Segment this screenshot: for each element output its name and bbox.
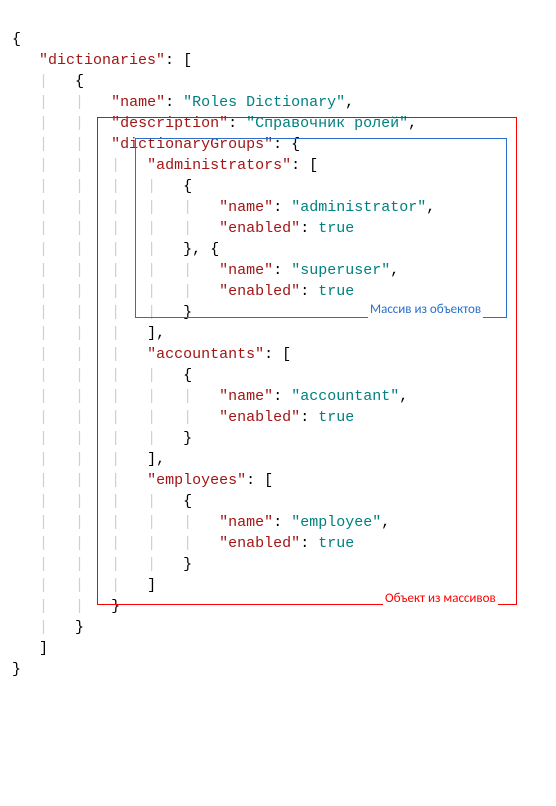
json-bool: true: [318, 409, 354, 426]
json-string: "Roles Dictionary": [183, 94, 345, 111]
json-string: "Справочник ролей": [246, 115, 408, 132]
json-key: "name": [219, 514, 273, 531]
code-viewer: { "dictionaries": [ | { | | "name": "Rol…: [0, 0, 556, 662]
json-key: "enabled": [219, 535, 300, 552]
json-bool: true: [318, 220, 354, 237]
json-string: "accountant": [291, 388, 399, 405]
annotation-label-object-of-arrays: Объект из массивов: [383, 588, 498, 609]
json-string: "superuser": [291, 262, 390, 279]
json-key: "employees": [147, 472, 246, 489]
json-key: "description": [111, 115, 228, 132]
json-key: "enabled": [219, 409, 300, 426]
json-key: "accountants": [147, 346, 264, 363]
json-key: "administrators": [147, 157, 291, 174]
brace: {: [12, 31, 21, 48]
json-key: "name": [219, 262, 273, 279]
json-key: "dictionaries": [39, 52, 165, 69]
json-bool: true: [318, 535, 354, 552]
json-key: "enabled": [219, 283, 300, 300]
json-key: "dictionaryGroups": [111, 136, 273, 153]
json-bool: true: [318, 283, 354, 300]
json-string: "employee": [291, 514, 381, 531]
json-string: "administrator": [291, 199, 426, 216]
annotation-label-array-of-objects: Массив из объектов: [368, 299, 483, 320]
json-key: "enabled": [219, 220, 300, 237]
json-key: "name": [219, 199, 273, 216]
json-key: "name": [111, 94, 165, 111]
json-key: "name": [219, 388, 273, 405]
